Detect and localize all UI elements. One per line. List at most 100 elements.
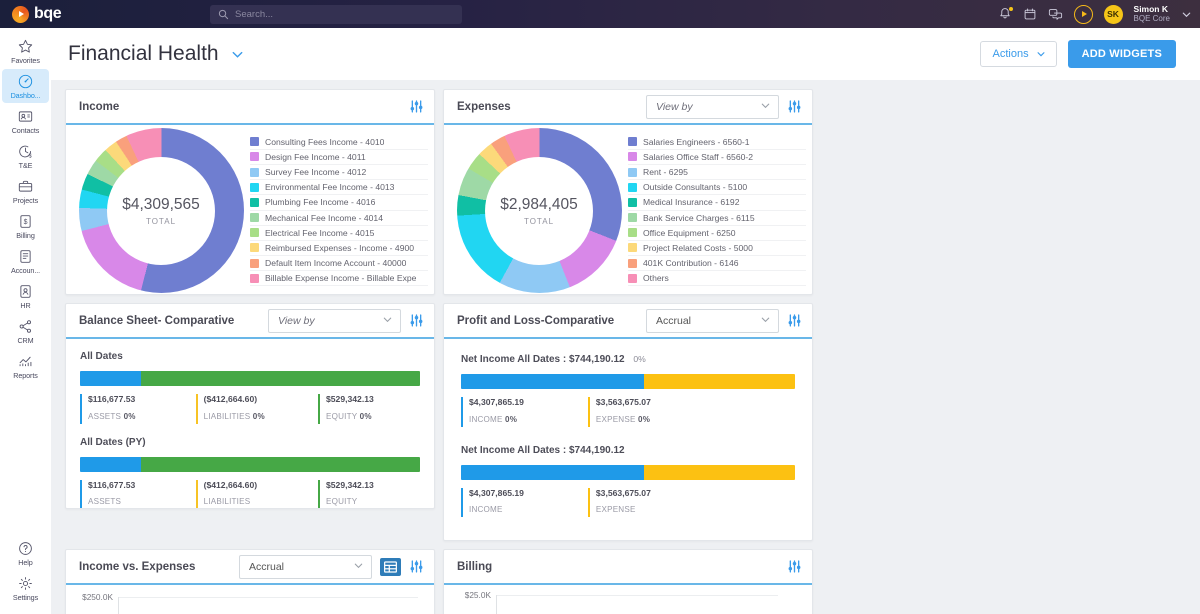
- stacked-bar[interactable]: [461, 465, 795, 480]
- donut-center-expenses: $2,984,405 TOTAL: [450, 133, 628, 288]
- donut-center-income: $4,309,565 TOTAL: [72, 133, 250, 288]
- select-value: View by: [656, 101, 693, 113]
- income-vs-expenses-basis-select[interactable]: Accrual: [239, 555, 372, 579]
- widget-profit-loss-header: Profit and Loss-Comparative Accrual: [444, 304, 812, 339]
- legend-swatch: [250, 228, 259, 237]
- chevron-down-icon: [382, 312, 393, 330]
- expenses-view-by-select[interactable]: View by: [646, 95, 779, 119]
- widget-title: Income: [79, 101, 119, 113]
- widget-income-vs-expenses-header: Income vs. Expenses Accrual: [66, 550, 434, 585]
- legend-item[interactable]: Billable Expense Income - Billable Expe: [250, 271, 428, 286]
- bar-key: $116,677.53ASSETS 0%: [80, 394, 196, 424]
- legend-item[interactable]: Environmental Fee Income - 4013: [250, 180, 428, 195]
- expenses-legend: Salaries Engineers - 6560-1Salaries Offi…: [628, 133, 808, 288]
- widget-profit-loss: Profit and Loss-Comparative Accrual Net …: [443, 303, 813, 541]
- sliders-icon[interactable]: [787, 313, 802, 328]
- legend-item[interactable]: Medical Insurance - 6192: [628, 195, 806, 210]
- legend-swatch: [250, 152, 259, 161]
- sliders-icon[interactable]: [787, 559, 802, 574]
- legend-item[interactable]: 401K Contribution - 6146: [628, 256, 806, 271]
- table-view-icon[interactable]: [380, 558, 401, 576]
- stacked-bar[interactable]: [80, 457, 420, 472]
- key-name: EQUITY 0%: [326, 412, 372, 421]
- sliders-icon[interactable]: [787, 99, 802, 114]
- bar-segment: [141, 371, 420, 386]
- group-caption: Net Income All Dates : $744,190.12 0%: [461, 354, 795, 365]
- sliders-icon[interactable]: [409, 99, 424, 114]
- sidebar-item-hr[interactable]: HR: [2, 279, 49, 313]
- select-value: Accrual: [249, 561, 284, 573]
- add-widgets-button[interactable]: ADD WIDGETS: [1068, 40, 1176, 68]
- legend-item[interactable]: Bank Service Charges - 6115: [628, 211, 806, 226]
- search-input[interactable]: [235, 9, 435, 20]
- legend-label: Environmental Fee Income - 4013: [265, 182, 394, 192]
- expenses-donut-chart[interactable]: $2,984,405 TOTAL: [450, 133, 628, 288]
- legend-item[interactable]: Outside Consultants - 5100: [628, 180, 806, 195]
- sidebar-item-accounting[interactable]: Accoun...: [2, 244, 49, 278]
- legend-item[interactable]: Office Equipment - 6250: [628, 226, 806, 241]
- sidebar-item-projects[interactable]: Projects: [2, 174, 49, 208]
- widget-income-body: $4,309,565 TOTAL Consulting Fees Income …: [66, 125, 434, 294]
- sidebar-item-contacts[interactable]: Contacts: [2, 104, 49, 138]
- legend-item[interactable]: Consulting Fees Income - 4010: [250, 135, 428, 150]
- sidebar-item-reports[interactable]: Reports: [2, 349, 49, 383]
- sidebar-item-settings[interactable]: Settings: [2, 571, 49, 605]
- stacked-bar[interactable]: [80, 371, 420, 386]
- legend-item[interactable]: Default Item Income Account - 40000: [250, 256, 428, 271]
- legend-label: Others: [643, 273, 669, 283]
- key-amount: $3,563,675.07: [596, 397, 755, 409]
- widget-title: Balance Sheet- Comparative: [79, 315, 234, 327]
- gear-icon: [17, 575, 34, 592]
- legend-item[interactable]: Plumbing Fee Income - 4016: [250, 195, 428, 210]
- sidebar-item-dashboards[interactable]: Dashbo...: [2, 69, 49, 103]
- sliders-icon[interactable]: [409, 313, 424, 328]
- sliders-icon[interactable]: [409, 559, 424, 574]
- bar-keys: $116,677.53ASSETS($412,664.60)LIABILITIE…: [80, 480, 420, 508]
- y-axis-tick: $25.0K: [465, 590, 496, 600]
- sidebar-item-label: HR: [20, 301, 30, 310]
- star-icon: [17, 38, 34, 55]
- legend-item[interactable]: Design Fee Income - 4011: [250, 150, 428, 165]
- widget-expenses: Expenses View by $2,984,40: [443, 89, 813, 295]
- profit-loss-basis-select[interactable]: Accrual: [646, 309, 779, 333]
- chevron-down-icon[interactable]: [1181, 9, 1192, 20]
- actions-button[interactable]: Actions: [980, 41, 1057, 67]
- legend-item[interactable]: Reimbursed Expenses - Income - 4900: [250, 241, 428, 256]
- sidebar-item-billing[interactable]: $ Billing: [2, 209, 49, 243]
- income-vs-expenses-chart[interactable]: $0.00$50.0K$100.0K$150.0K$200.0K$250.0KJ…: [66, 585, 434, 614]
- bar-key: $529,342.13EQUITY 0%: [318, 394, 420, 424]
- sidebar-item-label: Contacts: [12, 126, 40, 135]
- avatar[interactable]: SK: [1104, 5, 1123, 24]
- legend-item[interactable]: Electrical Fee Income - 4015: [250, 226, 428, 241]
- legend-item[interactable]: Project Related Costs - 5000: [628, 241, 806, 256]
- calendar-icon[interactable]: [1023, 7, 1037, 21]
- bar-keys: $4,307,865.19INCOME$3,563,675.07EXPENSE: [461, 488, 795, 518]
- play-circle-icon[interactable]: [1074, 5, 1093, 24]
- income-donut-chart[interactable]: $4,309,565 TOTAL: [72, 133, 250, 288]
- key-name: INCOME: [469, 505, 503, 514]
- sidebar-item-favorites[interactable]: Favorites: [2, 34, 49, 68]
- balance-sheet-view-by-select[interactable]: View by: [268, 309, 401, 333]
- user-menu[interactable]: Simon K BQE Core: [1134, 5, 1170, 24]
- legend-swatch: [628, 152, 637, 161]
- widget-title: Profit and Loss-Comparative: [457, 315, 614, 327]
- stacked-bar[interactable]: [461, 374, 795, 389]
- page-title-chevron-down-icon[interactable]: [230, 47, 245, 62]
- legend-item[interactable]: Salaries Office Staff - 6560-2: [628, 150, 806, 165]
- billing-chart[interactable]: $0.00$5.0K$10.0K$15.0K$20.0K$25.0KMay20J…: [444, 585, 812, 614]
- legend-item[interactable]: Salaries Engineers - 6560-1: [628, 135, 806, 150]
- app-logo[interactable]: bqe: [12, 5, 130, 23]
- legend-item[interactable]: Rent - 6295: [628, 165, 806, 180]
- legend-item[interactable]: Mechanical Fee Income - 4014: [250, 211, 428, 226]
- sidebar-item-time-expense[interactable]: $ T&E: [2, 139, 49, 173]
- group-caption: All Dates (PY): [80, 437, 420, 448]
- chevron-down-icon: [760, 312, 771, 330]
- sidebar-item-help[interactable]: Help: [2, 536, 49, 570]
- chat-icon[interactable]: [1048, 7, 1063, 21]
- legend-item[interactable]: Survey Fee Income - 4012: [250, 165, 428, 180]
- legend-item[interactable]: Others: [628, 271, 806, 286]
- key-name: LIABILITIES: [204, 497, 251, 506]
- global-search[interactable]: [210, 5, 462, 24]
- bell-icon[interactable]: [998, 7, 1012, 21]
- sidebar-item-crm[interactable]: CRM: [2, 314, 49, 348]
